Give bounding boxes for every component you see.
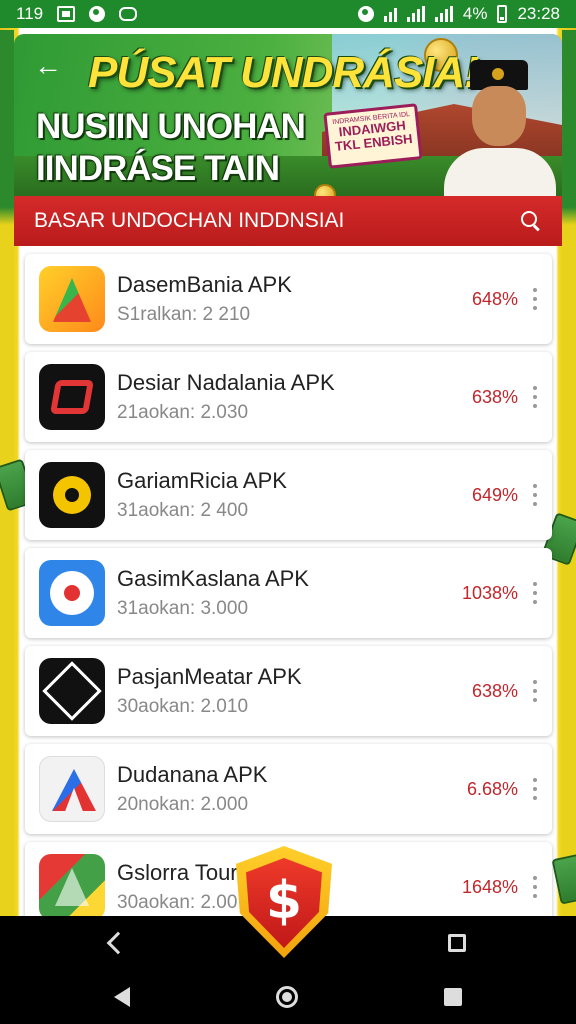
- more-vertical-icon[interactable]: [532, 484, 538, 506]
- wifi-icon: [383, 6, 397, 22]
- colorful-triangle-icon: [39, 854, 105, 920]
- person-illustration: [438, 52, 558, 196]
- system-nav-bar: [0, 970, 576, 1024]
- app-percent: 1648%: [461, 876, 518, 897]
- back-arrow-icon[interactable]: ←: [34, 52, 62, 80]
- more-vertical-icon[interactable]: [532, 582, 538, 604]
- recent-apps-icon[interactable]: [444, 988, 462, 1006]
- notification-icon: [89, 6, 106, 22]
- promo-banner: ← PÚSAT UNDRÁSIA! NUSIIN UNOHAN IINDRÁSE…: [14, 34, 562, 196]
- section-title: BASAR UNDOCHAN INDDNSIAI: [34, 209, 345, 232]
- more-vertical-icon[interactable]: [532, 288, 538, 310]
- status-clock: 23:28: [517, 4, 560, 23]
- app-percent: 1038%: [461, 582, 518, 603]
- section-header: BASAR UNDOCHAN INDDNSIAI: [14, 196, 562, 246]
- app-downloads: 20nokan: 2.000: [117, 794, 249, 815]
- banner-subtitle: NUSIIN UNOHAN IINDRÁSE TAIN: [36, 106, 306, 190]
- list-item[interactable]: GasimKaslana APK 31aokan: 3.000 1038%: [25, 548, 552, 638]
- app-percent: 648%: [471, 288, 518, 309]
- search-icon[interactable]: [520, 210, 542, 232]
- more-vertical-icon[interactable]: [532, 876, 538, 898]
- app-text: GasimKaslana APK 31aokan: 3.000: [117, 566, 462, 620]
- gallery-icon: [57, 6, 76, 22]
- signal-icon: [406, 6, 425, 22]
- app-downloads: 30aokan: 2.010: [117, 696, 249, 717]
- list-item[interactable]: Dudanana APK 20nokan: 2.000 6.68%: [25, 744, 552, 834]
- app-name: Dudanana APK: [117, 762, 268, 787]
- target-logo-icon: [39, 560, 105, 626]
- app-text: Desiar Nadalania APK 21aokan: 2.030: [117, 370, 472, 424]
- more-vertical-icon[interactable]: [532, 778, 538, 800]
- app-percent: 638%: [471, 386, 518, 407]
- app-downloads: 21aokan: 2.030: [117, 402, 249, 423]
- app-downloads: S1ralkan: 2 210: [117, 304, 251, 325]
- promo-card: INDRAMSIK BERITA IDL INDAIWGH TKL ENBISH: [323, 103, 423, 169]
- app-name: GasimKaslana APK: [117, 566, 309, 591]
- list-item[interactable]: GariamRicia APK 31aokan: 2 400 649%: [25, 450, 552, 540]
- list-item[interactable]: DasemBania APK S1ralkan: 2 210 648%: [25, 254, 552, 344]
- banner-title: PÚSAT UNDRÁSIA!: [88, 48, 479, 97]
- more-vertical-icon[interactable]: [532, 680, 538, 702]
- battery-icon: [497, 5, 508, 23]
- app-text: DasemBania APK S1ralkan: 2 210: [117, 272, 472, 326]
- app-text: GariamRicia APK 31aokan: 2 400: [117, 468, 472, 522]
- app-name: DasemBania APK: [117, 272, 292, 297]
- list-item[interactable]: Desiar Nadalania APK 21aokan: 2.030 638%: [25, 352, 552, 442]
- triangle-logo-icon: [39, 266, 105, 332]
- banner-subtitle-line2: IINDRÁSE TAIN: [36, 149, 280, 188]
- alarm-icon: [357, 6, 374, 22]
- square-icon[interactable]: [448, 934, 466, 952]
- app-percent: 649%: [471, 484, 518, 505]
- chat-icon: [119, 7, 138, 21]
- more-vertical-icon[interactable]: [532, 386, 538, 408]
- app-percent: 638%: [471, 680, 518, 701]
- link-logo-icon: [39, 364, 105, 430]
- letter-a-logo-icon: [39, 756, 105, 822]
- banner-subtitle-line1: NUSIIN UNOHAN: [36, 107, 306, 146]
- gear-logo-icon: [39, 462, 105, 528]
- chevron-back-icon[interactable]: [106, 931, 130, 955]
- app-percent: 6.68%: [466, 778, 518, 799]
- app-downloads: 31aokan: 3.000: [117, 598, 249, 619]
- app-list: DasemBania APK S1ralkan: 2 210 648% Desi…: [25, 254, 552, 940]
- right-decoration: [562, 30, 576, 916]
- battery-percent: 4%: [462, 4, 488, 23]
- face: [472, 86, 526, 146]
- back-triangle-icon[interactable]: [114, 987, 130, 1007]
- app-text: PasjanMeatar APK 30aokan: 2.010: [117, 664, 472, 718]
- status-left-time: 119: [16, 4, 44, 23]
- list-item[interactable]: PasjanMeatar APK 30aokan: 2.010 638%: [25, 646, 552, 736]
- app-name: GariamRicia APK: [117, 468, 287, 493]
- signal-icon-2: [434, 6, 453, 22]
- shirt: [444, 148, 556, 196]
- status-bar: 119 4% 23:28: [0, 0, 576, 28]
- app-name: Desiar Nadalania APK: [117, 370, 335, 395]
- money-decoration: [551, 853, 576, 905]
- app-name: PasjanMeatar APK: [117, 664, 302, 689]
- app-downloads: 31aokan: 2 400: [117, 500, 249, 521]
- app-text: Dudanana APK 20nokan: 2.000: [117, 762, 467, 816]
- home-circle-icon[interactable]: [276, 986, 298, 1008]
- diamond-logo-icon: [39, 658, 105, 724]
